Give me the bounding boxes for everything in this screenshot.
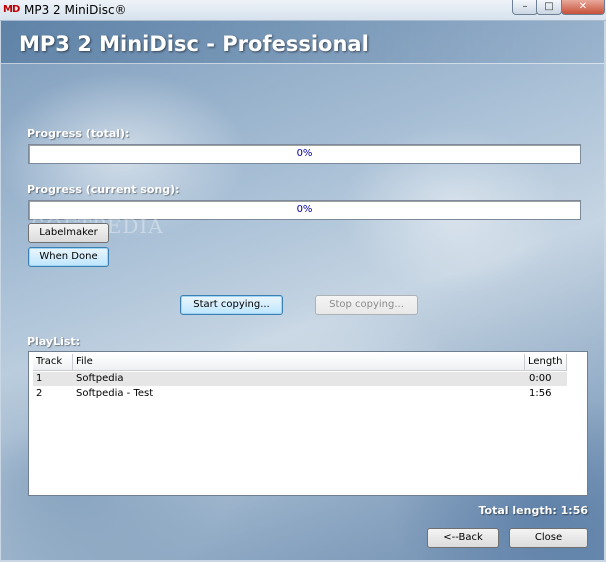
total-length: Total length: 1:56 (478, 504, 589, 517)
when-done-button[interactable]: When Done (28, 247, 109, 267)
client-area: MP3 2 MiniDisc - Professional Progress (… (1, 21, 604, 560)
window-title: MP3 2 MiniDisc® (24, 3, 127, 17)
track-length: 0:00 (529, 373, 552, 384)
header-band: MP3 2 MiniDisc - Professional (1, 21, 604, 64)
column-file[interactable]: File (73, 354, 525, 370)
playlist-header: Track File Length (33, 354, 567, 371)
back-button[interactable]: <--Back (427, 528, 499, 548)
track-number: 2 (36, 388, 43, 399)
progress-total-label: Progress (total): (27, 127, 130, 140)
app-window: MD MP3 2 MiniDisc® – □ ✕ MP3 2 MiniDisc … (0, 0, 606, 562)
app-icon: MD (3, 4, 20, 15)
app-heading: MP3 2 MiniDisc - Professional (19, 32, 369, 56)
column-track[interactable]: Track (33, 354, 73, 370)
title-bar[interactable]: MD MP3 2 MiniDisc® – □ ✕ (0, 0, 606, 21)
progress-total-bar: 0% (28, 144, 581, 164)
track-length: 1:56 (529, 388, 552, 399)
track-file: Softpedia (76, 373, 124, 384)
track-number: 1 (36, 373, 43, 384)
column-length[interactable]: Length (525, 354, 567, 370)
playlist-table[interactable]: Track File Length 1 Softpedia 0:00 2 Sof… (28, 351, 588, 496)
labelmaker-button[interactable]: Labelmaker (28, 223, 109, 243)
progress-total-text: 0% (296, 148, 313, 159)
start-copying-button[interactable]: Start copying... (180, 295, 283, 315)
progress-song-label: Progress (current song): (27, 183, 180, 196)
stop-copying-button: Stop copying... (315, 295, 418, 315)
minimize-button[interactable]: – (512, 0, 538, 15)
maximize-button[interactable]: □ (536, 0, 562, 15)
close-button[interactable]: Close (509, 528, 588, 548)
table-row[interactable]: 1 Softpedia 0:00 (33, 372, 567, 386)
close-window-button[interactable]: ✕ (561, 0, 605, 15)
table-row[interactable]: 2 Softpedia - Test 1:56 (33, 387, 567, 401)
track-file: Softpedia - Test (76, 388, 154, 399)
playlist-label: PlayList: (27, 335, 81, 348)
